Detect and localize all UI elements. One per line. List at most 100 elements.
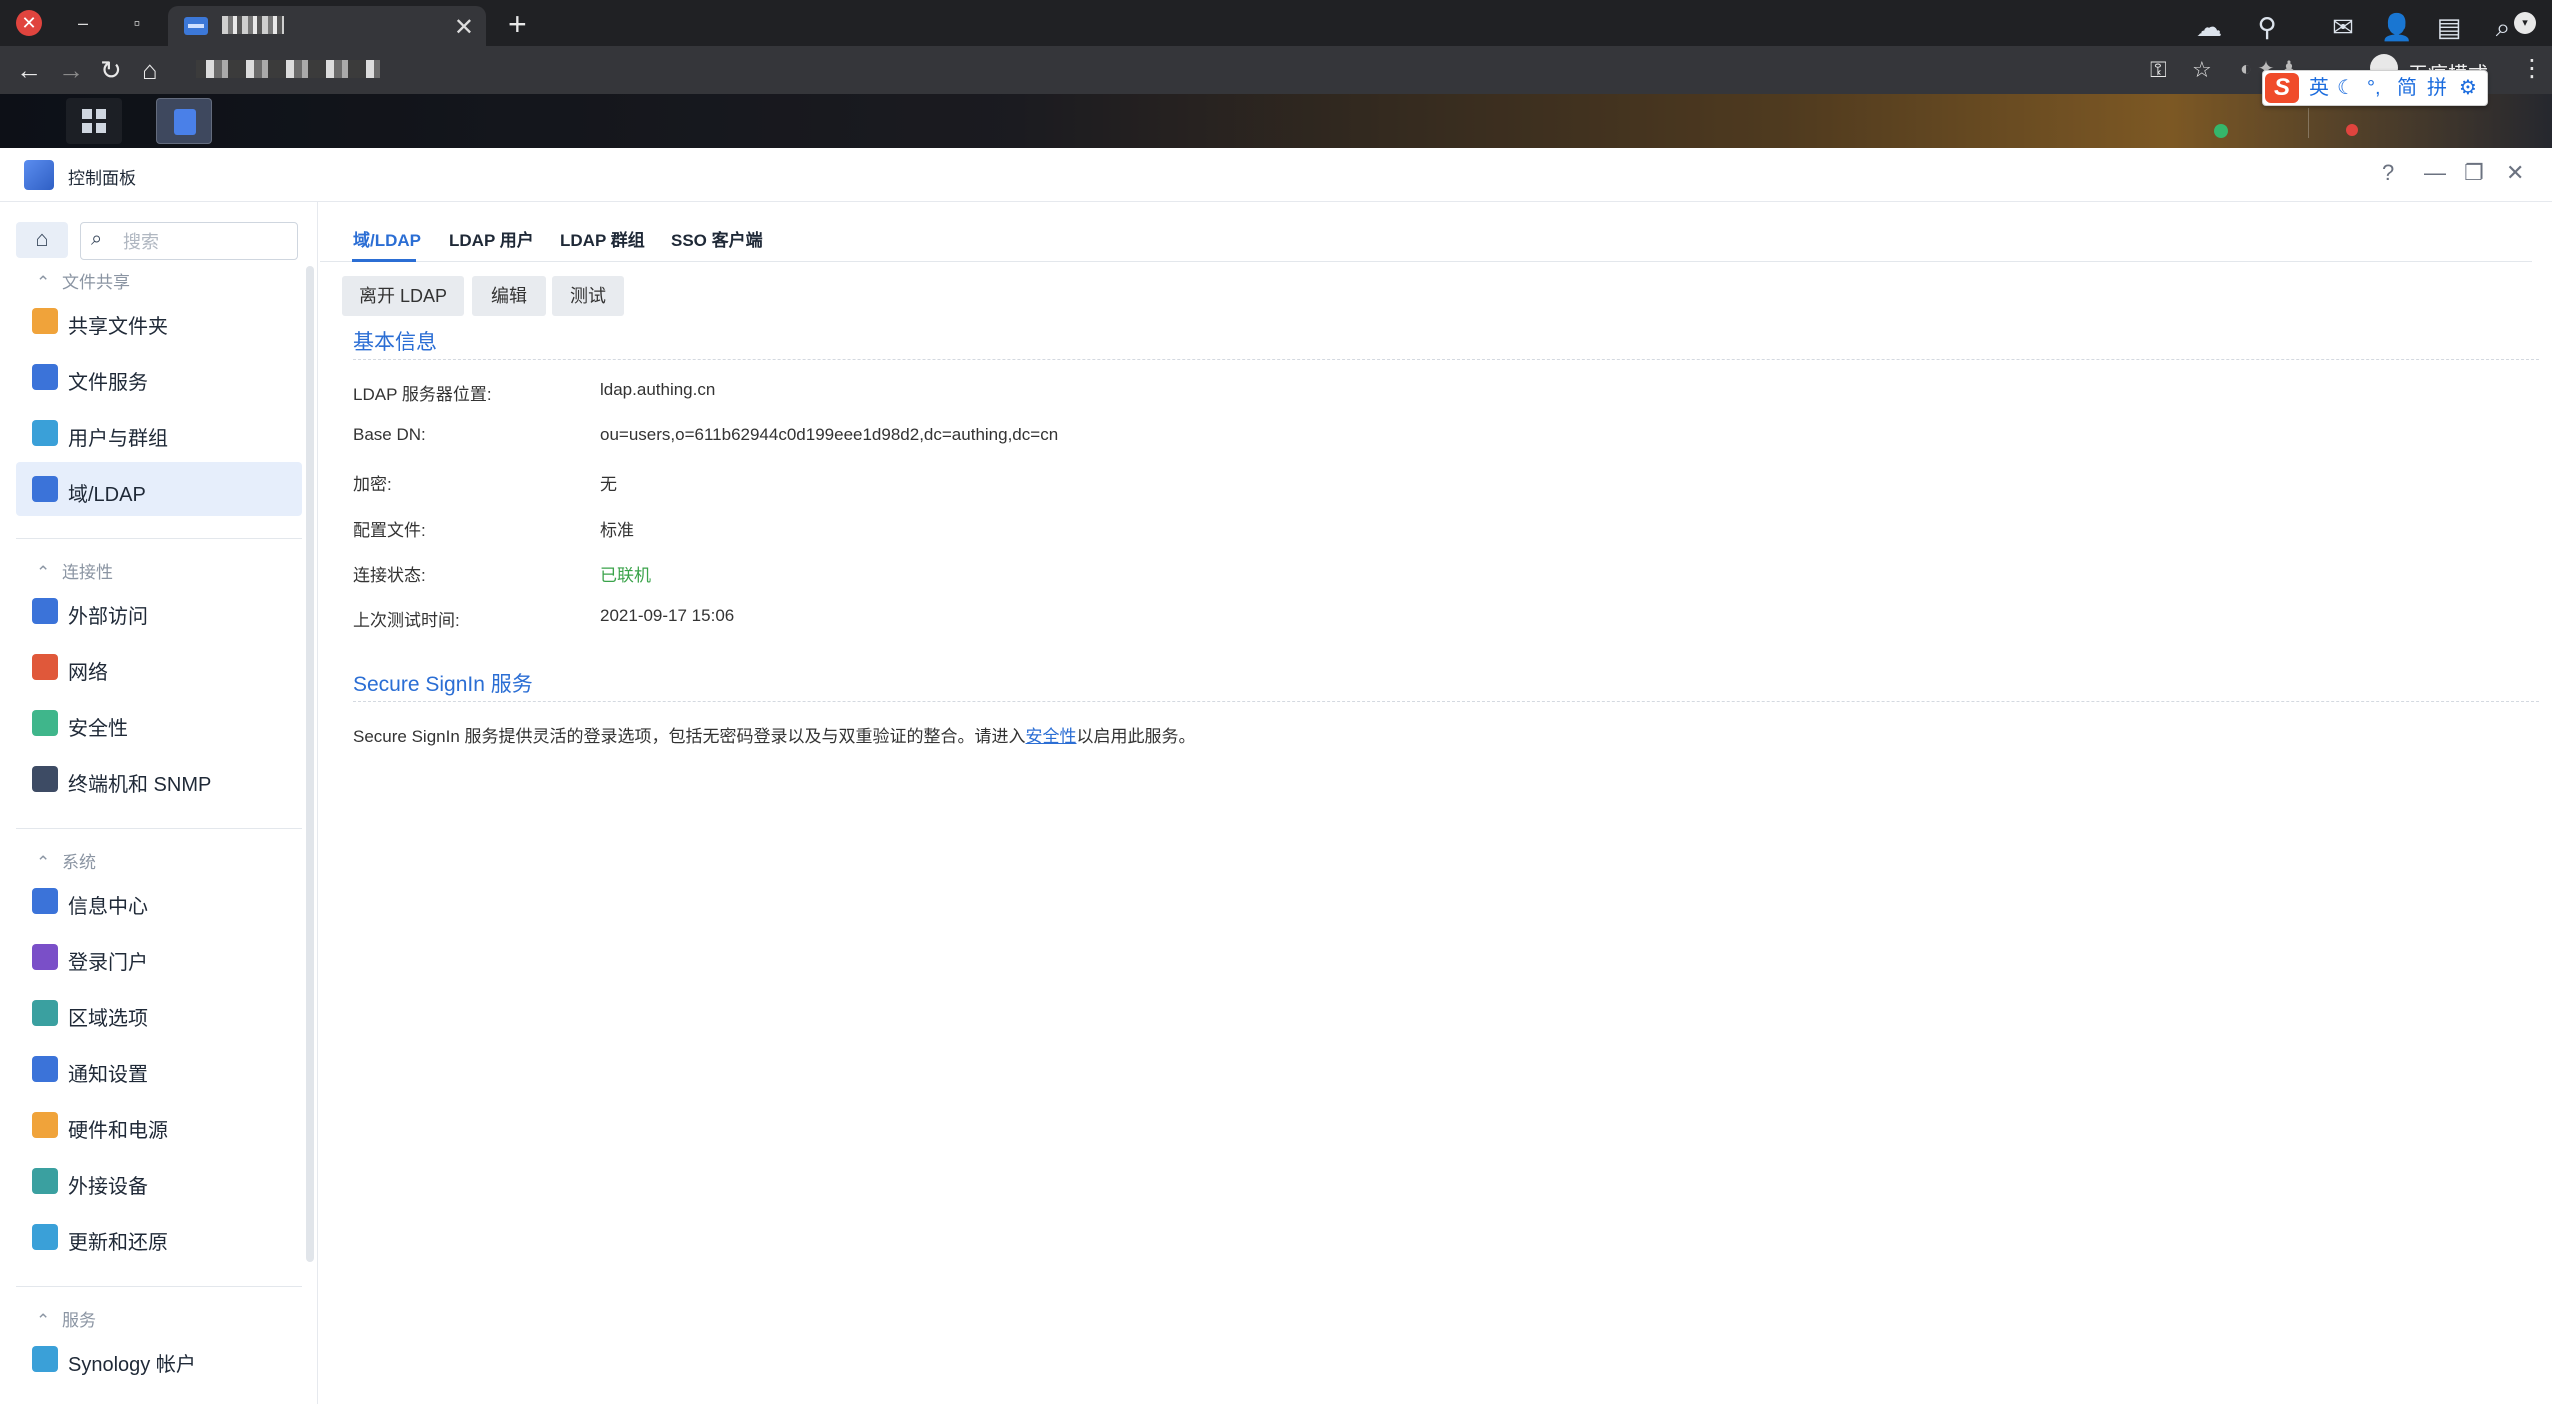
sidebar: ⌂ ⌕ ⌃ 文件共享共享文件夹文件服务用户与群组域/LDAP ⌃ 连接性外部访问网络安… (0, 202, 318, 1404)
info-center-icon (32, 888, 58, 914)
sidebar-item-info-center[interactable]: 信息中心 (16, 874, 302, 928)
sidebar-item-label: 安全性 (68, 718, 128, 740)
sidebar-item-security[interactable]: 安全性 (16, 696, 302, 750)
security-link[interactable]: 安全性 (1026, 727, 1077, 746)
tab-title-redacted (222, 16, 284, 34)
key-icon[interactable]: ⚿ (2150, 59, 2167, 81)
app-search-icon[interactable]: ⚲ (2250, 10, 2284, 44)
ime-pinyin-toggle[interactable]: 拼 (2427, 75, 2447, 101)
ime-settings-icon[interactable]: ⚙ (2459, 75, 2477, 101)
sidebar-scrollbar[interactable] (306, 266, 314, 1262)
browser-toolbar: ← → ↻ ⌂ ⚿ ☆ ◐ ✦ ♟ 无痕模式 ⋮ (0, 46, 2552, 94)
tray-divider (2308, 108, 2309, 138)
help-button[interactable]: ? (2382, 160, 2394, 186)
taskbar-shade (0, 94, 2552, 148)
secure-desc-text: Secure SignIn 服务提供灵活的登录选项，包括无密码登录以及与双重验证… (353, 727, 1026, 746)
sidebar-item-regional-options[interactable]: 区域选项 (16, 986, 302, 1040)
ime-toolbar[interactable]: S 英 ☾ °, 简 拼 ⚙ (2262, 70, 2488, 106)
sidebar-item-label: 文件服务 (68, 372, 148, 394)
forward-arrow-icon[interactable]: → (58, 55, 84, 85)
edit-button[interactable]: 编辑 (472, 276, 546, 316)
os-minimize-icon[interactable]: – (70, 10, 96, 36)
ime-punctuation-icon[interactable]: °, (2367, 75, 2381, 101)
ime-language-toggle[interactable]: 英 (2309, 75, 2329, 101)
sidebar-item-file-services[interactable]: 文件服务 (16, 350, 302, 404)
sidebar-item-label: 域/LDAP (68, 484, 146, 506)
home-icon[interactable]: ⌂ (142, 55, 158, 85)
chevron-up-icon: ⌃ (36, 563, 51, 582)
notification-icon (32, 1056, 58, 1082)
tab-favicon-icon (184, 17, 208, 35)
address-bar-redacted[interactable] (196, 60, 380, 78)
domain-ldap-icon (32, 476, 58, 502)
os-close-icon[interactable]: ✕ (16, 10, 42, 36)
back-arrow-icon[interactable]: ← (16, 55, 42, 85)
tab-close-icon[interactable]: ✕ (454, 13, 474, 42)
server-location-value: ldap.authing.cn (600, 380, 716, 399)
update-restore-icon (32, 1224, 58, 1250)
sidebar-section-header[interactable]: ⌃ 连接性 (36, 558, 113, 583)
sidebar-item-domain-ldap[interactable]: 域/LDAP (16, 462, 302, 516)
external-access-icon (32, 598, 58, 624)
sidebar-item-external-devices[interactable]: 外接设备 (16, 1154, 302, 1208)
user-icon[interactable]: 👤 (2380, 10, 2414, 44)
sidebar-item-network[interactable]: 网络 (16, 640, 302, 694)
home-button[interactable]: ⌂ (16, 222, 68, 258)
taskbar-control-panel-button[interactable] (156, 98, 212, 144)
ime-simplified-toggle[interactable]: 简 (2397, 75, 2417, 101)
sidebar-search[interactable]: ⌕ (80, 222, 298, 260)
sidebar-item-label: 终端机和 SNMP (68, 774, 212, 796)
sidebar-item-label: 网络 (68, 662, 108, 684)
sogou-logo-icon[interactable]: S (2265, 73, 2299, 103)
sidebar-item-login-portal[interactable]: 登录门户 (16, 930, 302, 984)
browser-tabstrip: ✕ – ▫ ✕ + ▾ (0, 0, 2552, 46)
new-tab-button[interactable]: + (508, 6, 527, 43)
sidebar-item-notification[interactable]: 通知设置 (16, 1042, 302, 1096)
sidebar-section-header[interactable]: ⌃ 文件共享 (36, 268, 130, 293)
active-tab-indicator (352, 259, 416, 262)
sidebar-item-update-restore[interactable]: 更新和还原 (16, 1210, 302, 1264)
sidebar-section-header[interactable]: ⌃ 系统 (36, 848, 96, 873)
main-menu-button[interactable] (66, 98, 122, 144)
sidebar-divider (16, 538, 302, 539)
base-dn-label: Base DN: (353, 425, 426, 444)
widgets-icon[interactable]: ▤ (2432, 10, 2466, 44)
cloud-sync-icon[interactable]: ☁ (2192, 10, 2226, 44)
sidebar-item-shared-folder[interactable]: 共享文件夹 (16, 294, 302, 348)
search-input[interactable] (123, 232, 283, 253)
tab-bar: 域/LDAP LDAP 用户 LDAP 群组 SSO 客户端 (320, 202, 2532, 262)
base-dn-value: ou=users,o=611b62944c0d199eee1d98d2,dc=a… (600, 425, 1059, 444)
browser-tab[interactable]: ✕ (168, 6, 486, 46)
bookmark-star-icon[interactable]: ☆ (2192, 59, 2212, 81)
restore-button[interactable]: ❐ (2464, 160, 2484, 186)
sidebar-section-title: 连接性 (62, 563, 113, 582)
sidebar-item-hardware-power[interactable]: 硬件和电源 (16, 1098, 302, 1152)
close-button[interactable]: ✕ (2506, 160, 2524, 186)
sidebar-item-terminal[interactable]: 终端机和 SNMP (16, 752, 302, 806)
sidebar-item-synology-account[interactable]: Synology 帐户 (16, 1332, 302, 1386)
notifications-chat-icon[interactable]: ✉ (2326, 10, 2360, 44)
sidebar-item-label: 外接设备 (68, 1176, 148, 1198)
leave-ldap-button[interactable]: 离开 LDAP (342, 276, 464, 316)
browser-menu-icon[interactable]: ⋮ (2520, 54, 2544, 83)
test-button[interactable]: 测试 (552, 276, 624, 316)
section-divider (353, 359, 2539, 360)
tab-ldap-users[interactable]: LDAP 用户 (449, 226, 534, 251)
ime-moon-icon[interactable]: ☾ (2337, 75, 2355, 101)
encryption-label: 加密: (353, 475, 392, 494)
login-portal-icon (32, 944, 58, 970)
os-maximize-icon[interactable]: ▫ (124, 10, 150, 36)
tab-ldap-groups[interactable]: LDAP 群组 (560, 226, 645, 251)
tab-sso-client[interactable]: SSO 客户端 (671, 226, 763, 251)
regional-options-icon (32, 1000, 58, 1026)
sidebar-section-header[interactable]: ⌃ 服务 (36, 1306, 96, 1331)
search-icon[interactable]: ⌕ (2486, 10, 2520, 44)
secure-signin-description: Secure SignIn 服务提供灵活的登录选项，包括无密码登录以及与双重验证… (353, 722, 1196, 747)
reload-icon[interactable]: ↻ (100, 55, 122, 85)
minimize-button[interactable]: — (2424, 160, 2446, 186)
sidebar-item-user-group[interactable]: 用户与群组 (16, 406, 302, 460)
sidebar-item-label: 区域选项 (68, 1008, 148, 1030)
tab-domain-ldap[interactable]: 域/LDAP (353, 226, 421, 251)
sidebar-item-external-access[interactable]: 外部访问 (16, 584, 302, 638)
synology-account-icon (32, 1346, 58, 1372)
